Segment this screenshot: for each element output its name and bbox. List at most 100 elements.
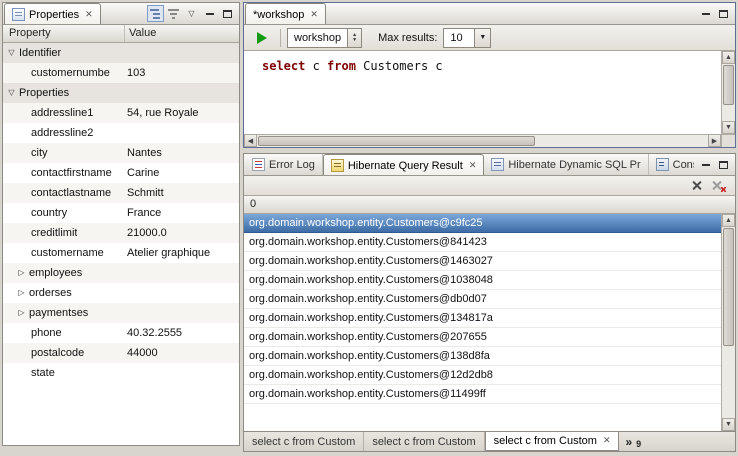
expand-arrow-icon[interactable]: ▷	[16, 303, 27, 323]
properties-icon	[12, 8, 25, 21]
tab-console[interactable]: Console	[649, 154, 694, 175]
result-row[interactable]: org.domain.workshop.entity.Customers@c9f…	[244, 214, 721, 233]
property-row[interactable]: ▷orderses	[3, 283, 239, 303]
property-row[interactable]: cityNantes	[3, 143, 239, 163]
property-category-row[interactable]: ▽Properties	[3, 83, 239, 103]
property-row[interactable]: creditlimit21000.0	[3, 223, 239, 243]
close-result-icon[interactable]	[691, 180, 702, 191]
tab-hibernate-dynamic-sql-pr[interactable]: Hibernate Dynamic SQL Pr	[484, 154, 648, 175]
tab-error-log[interactable]: Error Log	[245, 154, 323, 175]
expand-arrow-icon[interactable]: ▷	[16, 283, 27, 303]
show-advanced-icon	[168, 8, 179, 19]
spin-down-icon: ▼	[352, 38, 357, 43]
tab-overflow-chevron[interactable]: »9	[619, 432, 647, 451]
scrollbar-thumb[interactable]	[723, 228, 734, 346]
results-vertical-scrollbar[interactable]: ▲ ▼	[721, 214, 735, 431]
scroll-right-icon[interactable]: ▶	[708, 134, 721, 147]
view-menu-button[interactable]: ▽	[183, 5, 200, 22]
scroll-down-icon[interactable]: ▼	[722, 418, 735, 431]
spinner-icons[interactable]: ▲▼	[347, 29, 361, 47]
maximize-button[interactable]	[715, 5, 732, 22]
code-editor[interactable]: select c from Customers c ▲ ▼ ◀ ▶	[244, 51, 735, 147]
property-row[interactable]: contactfirstnameCarine	[3, 163, 239, 183]
max-results-combo[interactable]: 10 ▼	[443, 28, 491, 48]
editor-tabbar: *workshop ✕	[244, 3, 735, 25]
result-row[interactable]: org.domain.workshop.entity.Customers@146…	[244, 252, 721, 271]
property-row[interactable]: customernumbe103	[3, 63, 239, 83]
column-header-value[interactable]: Value	[125, 25, 239, 42]
maximize-button[interactable]	[219, 5, 236, 22]
minimize-button[interactable]	[697, 156, 714, 173]
close-icon[interactable]: ✕	[85, 9, 93, 20]
result-row[interactable]: org.domain.workshop.entity.Customers@134…	[244, 309, 721, 328]
tab-label: Error Log	[269, 159, 315, 171]
property-category-row[interactable]: ▽Identifier	[3, 43, 239, 63]
property-name: phone	[31, 323, 62, 343]
property-row[interactable]: phone 40.32.2555	[3, 323, 239, 343]
tab-properties[interactable]: Properties ✕	[4, 3, 101, 25]
scrollbar-thumb[interactable]	[723, 65, 734, 105]
result-page-tab[interactable]: select c from Custom	[364, 432, 484, 451]
collapse-arrow-icon[interactable]: ▽	[6, 43, 17, 63]
property-row[interactable]: ▷employees	[3, 263, 239, 283]
editor-horizontal-scrollbar[interactable]: ◀ ▶	[244, 134, 721, 147]
scroll-up-icon[interactable]: ▲	[722, 51, 735, 64]
property-row[interactable]: countryFrance	[3, 203, 239, 223]
property-value: 40.32.2555	[127, 323, 237, 343]
tab-hibernate-query-result[interactable]: Hibernate Query Result✕	[323, 154, 485, 175]
result-row[interactable]: org.domain.workshop.entity.Customers@207…	[244, 328, 721, 347]
property-row[interactable]: addressline154, rue Royale	[3, 103, 239, 123]
minimize-button[interactable]	[697, 5, 714, 22]
scroll-down-icon[interactable]: ▼	[722, 121, 735, 134]
scroll-up-icon[interactable]: ▲	[722, 214, 735, 227]
show-categories-icon	[150, 8, 161, 19]
hidden-tab-count: 9	[636, 439, 641, 449]
results-rows: org.domain.workshop.entity.Customers@c9f…	[244, 214, 721, 431]
property-value: 21000.0	[127, 223, 237, 243]
maximize-icon	[223, 10, 232, 18]
result-row[interactable]: org.domain.workshop.entity.Customers@841…	[244, 233, 721, 252]
property-name: paymentses	[29, 303, 88, 323]
results-column-header[interactable]: 0	[244, 196, 735, 214]
result-row[interactable]: org.domain.workshop.entity.Customers@12d…	[244, 366, 721, 385]
property-row[interactable]: postalcode44000	[3, 343, 239, 363]
result-row[interactable]: org.domain.workshop.entity.Customers@103…	[244, 271, 721, 290]
close-icon[interactable]: ✕	[469, 160, 477, 171]
expand-arrow-icon[interactable]: ▷	[16, 263, 27, 283]
show-categories-button[interactable]	[147, 5, 164, 22]
configuration-combo[interactable]: workshop ▲▼	[287, 28, 362, 48]
property-row[interactable]: contactlastnameSchmitt	[3, 183, 239, 203]
tab-label: *workshop	[253, 9, 304, 21]
result-row[interactable]: org.domain.workshop.entity.Customers@114…	[244, 385, 721, 404]
property-row[interactable]: state	[3, 363, 239, 383]
close-icon[interactable]: ✕	[310, 9, 318, 20]
result-page-tab[interactable]: select c from Custom	[244, 432, 364, 451]
tab-workshop-editor[interactable]: *workshop ✕	[245, 3, 326, 25]
minimize-button[interactable]	[201, 5, 218, 22]
property-row[interactable]: customernameAtelier graphique	[3, 243, 239, 263]
collapse-arrow-icon[interactable]: ▽	[6, 83, 17, 103]
property-value: Carine	[127, 163, 237, 183]
code-text: Customers c	[356, 59, 443, 73]
scrollbar-thumb[interactable]	[258, 136, 535, 146]
result-row[interactable]: org.domain.workshop.entity.Customers@138…	[244, 347, 721, 366]
maximize-icon	[719, 161, 728, 169]
property-value: Schmitt	[127, 183, 237, 203]
scroll-left-icon[interactable]: ◀	[244, 134, 257, 147]
maximize-button[interactable]	[715, 156, 732, 173]
close-all-results-icon[interactable]	[712, 180, 725, 191]
tab-label: Console	[673, 159, 694, 171]
property-value: 54, rue Royale	[127, 103, 237, 123]
result-row[interactable]: org.domain.workshop.entity.Customers@db0…	[244, 290, 721, 309]
query-result-view: Error Log Hibernate Query Result✕Hibernat…	[243, 153, 736, 452]
close-icon[interactable]: ✕	[603, 435, 611, 446]
editor-vertical-scrollbar[interactable]: ▲ ▼	[721, 51, 735, 134]
property-row[interactable]: addressline2	[3, 123, 239, 143]
property-name: employees	[29, 263, 82, 283]
column-header-property[interactable]: Property	[3, 25, 125, 42]
properties-view: Properties ✕ ▽ Property Value ▽Identifie…	[2, 2, 240, 446]
property-row[interactable]: ▷paymentses	[3, 303, 239, 323]
run-query-button[interactable]	[250, 28, 274, 48]
show-advanced-button[interactable]	[165, 5, 182, 22]
result-page-tab[interactable]: select c from Custom✕	[485, 431, 620, 451]
